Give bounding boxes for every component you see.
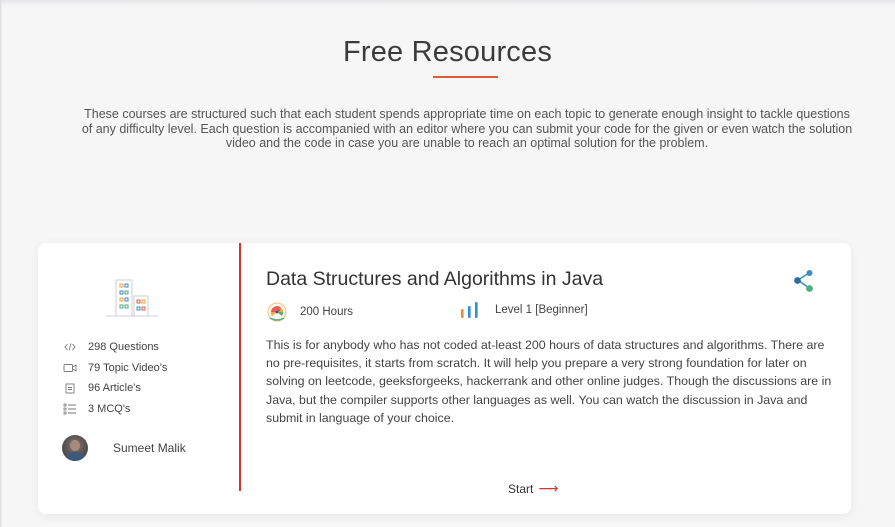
code-icon (62, 341, 78, 353)
share-icon[interactable] (792, 269, 816, 293)
course-card: 298 Questions 79 Topic Video's 96 Articl… (38, 243, 851, 514)
article-icon (62, 382, 78, 394)
card-divider (239, 243, 241, 491)
stat-mcqs-label: 3 MCQ's (88, 402, 131, 415)
start-button[interactable]: Start ⟶ (508, 480, 558, 497)
stat-articles: 96 Article's (62, 378, 167, 399)
section-title: Free Resources (342, 36, 553, 68)
avatar (62, 435, 88, 461)
stat-videos-label: 79 Topic Video's (88, 361, 168, 374)
course-meta: 200 Hours Level 1 [Beginner] (266, 301, 666, 323)
course-description: This is for anybody who has not coded at… (266, 338, 832, 425)
list-icon (62, 403, 78, 415)
page-left-edge (0, 0, 2, 527)
course-stats: 298 Questions 79 Topic Video's 96 Articl… (62, 337, 167, 419)
stat-videos: 79 Topic Video's (62, 358, 167, 379)
level-bars-icon (461, 302, 478, 318)
author-name[interactable]: Sumeet Malik (113, 441, 186, 455)
course-illustration-icon (106, 279, 158, 317)
start-label: Start (508, 481, 534, 496)
stat-questions-label: 298 Questions (88, 341, 159, 354)
section-intro: These courses are structured such that e… (81, 107, 853, 150)
author[interactable]: Sumeet Malik (62, 435, 186, 461)
stat-mcqs: 3 MCQ's (62, 399, 167, 420)
course-hours: 200 Hours (266, 301, 353, 323)
header-shadow (0, 0, 895, 6)
course-title[interactable]: Data Structures and Algorithms in Java (266, 268, 603, 291)
title-underline (433, 76, 498, 78)
stopwatch-icon (267, 302, 287, 322)
stat-articles-label: 96 Article's (88, 382, 141, 395)
course-level-label: Level 1 [Beginner] (495, 304, 588, 316)
arrow-right-icon: ⟶ (538, 480, 559, 496)
course-level: Level 1 [Beginner] (459, 301, 588, 319)
video-icon (62, 362, 78, 374)
course-hours-label: 200 Hours (300, 306, 354, 318)
stat-questions: 298 Questions (62, 337, 167, 358)
